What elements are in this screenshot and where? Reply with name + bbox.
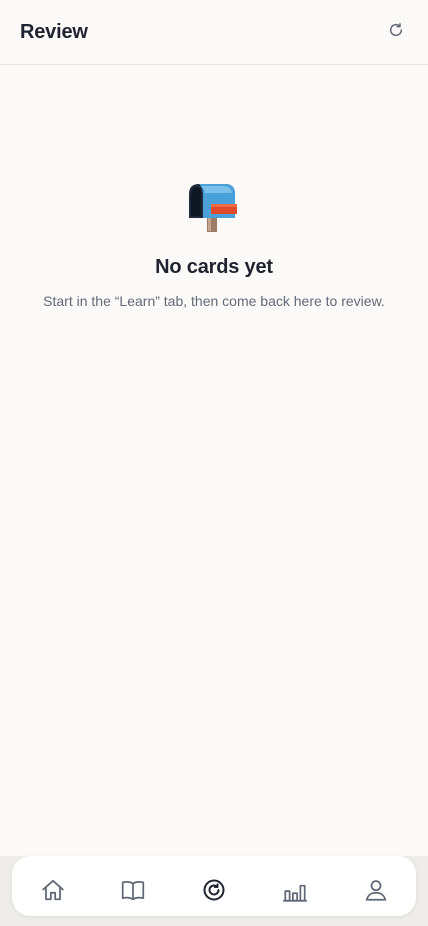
- review-screen: Review No cards yet Start in the “Learn”…: [0, 0, 428, 926]
- empty-state: No cards yet Start in the “Learn” tab, t…: [0, 180, 428, 309]
- mailbox-icon: [0, 180, 428, 234]
- tab-profile[interactable]: [362, 876, 390, 904]
- profile-icon: [363, 877, 389, 903]
- tab-bar: [12, 856, 416, 916]
- empty-message: Start in the “Learn” tab, then come back…: [43, 293, 385, 309]
- page-title: Review: [20, 21, 88, 43]
- refresh-icon: [388, 22, 404, 43]
- tab-stats[interactable]: [281, 876, 309, 904]
- empty-title: No cards yet: [155, 256, 273, 278]
- home-icon: [40, 877, 66, 903]
- stats-icon: [281, 877, 309, 903]
- tab-review[interactable]: [200, 876, 228, 904]
- tab-bar-container: [0, 856, 428, 926]
- refresh-button[interactable]: [386, 21, 406, 43]
- header: Review: [0, 0, 428, 65]
- tab-learn[interactable]: [119, 876, 147, 904]
- tab-home[interactable]: [39, 876, 67, 904]
- review-icon: [202, 878, 226, 902]
- book-icon: [120, 877, 146, 903]
